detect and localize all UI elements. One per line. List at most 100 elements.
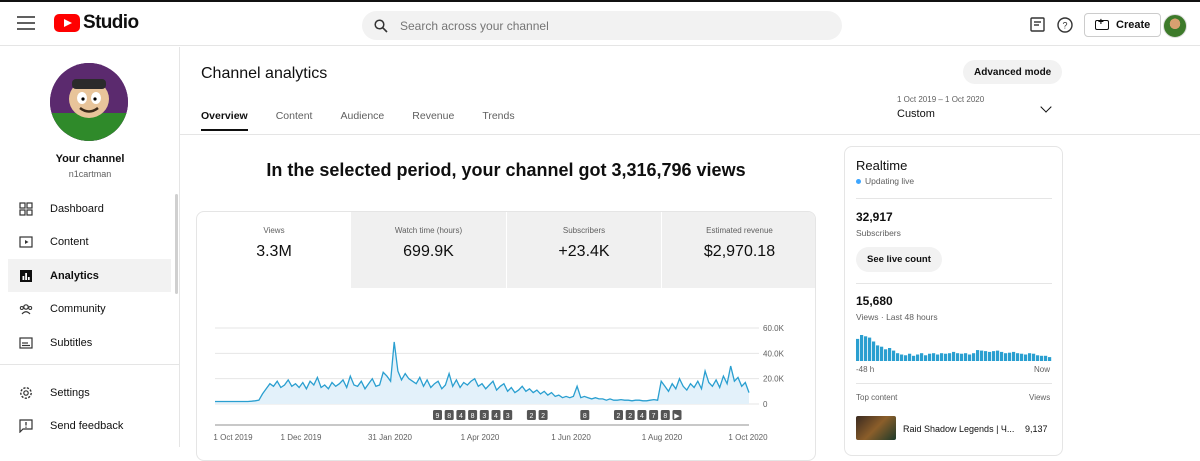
tab-trends[interactable]: Trends [482,110,514,131]
realtime-bar[interactable] [1036,355,1040,361]
realtime-bar[interactable] [864,336,868,361]
realtime-bar[interactable] [968,354,972,362]
realtime-bar[interactable] [984,351,988,361]
sidebar-item-content[interactable]: Content [8,225,171,258]
date-preset[interactable]: Custom [897,108,935,120]
sidebar-item-analytics[interactable]: Analytics [8,259,171,292]
realtime-bar[interactable] [1044,355,1048,361]
realtime-bar[interactable] [860,335,864,361]
sidebar-item-dashboard[interactable]: Dashboard [8,192,171,225]
annotation-marker[interactable]: 4 [456,410,466,420]
realtime-bar[interactable] [948,353,952,361]
realtime-bar[interactable] [920,353,924,361]
realtime-bar[interactable] [972,353,976,361]
annotation-marker[interactable]: 4 [491,410,501,420]
tab-overview[interactable]: Overview [201,110,248,131]
annotation-marker[interactable]: 8 [660,410,670,420]
realtime-bar[interactable] [1012,351,1016,361]
realtime-bar[interactable] [896,353,900,361]
sidebar-scrollbar[interactable] [175,194,178,294]
realtime-bar[interactable] [976,350,980,361]
create-button[interactable]: Create [1084,13,1162,37]
metric-views[interactable]: Views 3.3M [197,212,351,288]
sidebar-item-settings[interactable]: Settings [8,376,171,409]
annotation-marker[interactable]: 4 [637,410,647,420]
realtime-bar[interactable] [956,353,960,361]
realtime-bar[interactable] [1008,352,1012,361]
realtime-bar[interactable] [932,353,936,361]
realtime-bar[interactable] [964,353,968,361]
annotation-marker[interactable]: 3 [503,410,513,420]
tab-revenue[interactable]: Revenue [412,110,454,131]
annotation-marker[interactable]: 8 [580,410,590,420]
realtime-bar[interactable] [988,351,992,361]
annotation-marker[interactable]: 9 [433,410,442,420]
realtime-bar[interactable] [1032,353,1036,361]
annotation-marker[interactable]: 2 [526,410,536,420]
sidebar-item-community[interactable]: Community [8,292,171,325]
sidebar-item-send-feedback[interactable]: Send feedback [8,409,171,442]
realtime-bar[interactable] [1000,351,1004,361]
advanced-mode-button[interactable]: Advanced mode [963,60,1063,84]
realtime-bar[interactable] [944,353,948,361]
realtime-bar[interactable] [908,353,912,361]
realtime-bar[interactable] [940,353,944,361]
metric-watch-time[interactable]: Watch time (hours) 699.9K [351,212,506,288]
realtime-bar[interactable] [872,341,876,362]
realtime-bar[interactable] [1020,353,1024,361]
annotation-marker[interactable]: ▶ [672,410,682,420]
annotation-marker[interactable]: 2 [625,410,635,420]
realtime-bar[interactable] [904,355,908,361]
menu-icon[interactable] [17,16,35,30]
realtime-bar[interactable] [924,355,928,361]
realtime-bar[interactable] [1016,353,1020,361]
realtime-bar[interactable] [992,351,996,361]
studio-logo[interactable]: Studio [54,12,139,34]
metric-subscribers[interactable]: Subscribers +23.4K [507,212,661,288]
realtime-bar[interactable] [952,351,956,361]
sidebar-item-subtitles[interactable]: Subtitles [8,326,171,359]
search-bar[interactable] [362,11,842,40]
video-thumbnail[interactable] [856,416,896,440]
tab-content[interactable]: Content [276,110,313,131]
realtime-bar[interactable] [1028,353,1032,361]
realtime-bar[interactable] [1024,354,1028,362]
date-range-text[interactable]: 1 Oct 2019 – 1 Oct 2020 [897,95,984,104]
realtime-bar[interactable] [880,346,884,361]
metric-revenue[interactable]: Estimated revenue $2,970.18 [662,212,815,288]
realtime-bar[interactable] [888,348,892,361]
search-input[interactable] [400,18,800,33]
messages-icon[interactable] [1029,16,1047,34]
realtime-bar[interactable] [996,350,1000,361]
realtime-bar[interactable] [1004,353,1008,361]
realtime-bar[interactable] [928,353,932,361]
annotation-marker[interactable]: 3 [479,410,489,420]
views-line-chart[interactable]: 020.0K40.0K60.0K9 8 4 8 3 4 3 2 2 8 2 2 4 7 8 ▶1 Oct 20… [197,288,816,461]
realtime-bar[interactable] [876,345,880,361]
see-live-count-button[interactable]: See live count [856,247,942,272]
realtime-bar[interactable] [912,355,916,361]
realtime-bar[interactable] [884,349,888,361]
realtime-bar[interactable] [868,337,872,361]
realtime-bar[interactable] [916,354,920,362]
annotation-marker[interactable]: 2 [614,410,623,420]
realtime-bar[interactable] [1048,357,1052,361]
annotation-marker[interactable]: 8 [468,410,478,420]
account-avatar[interactable] [1163,14,1187,38]
realtime-bar[interactable] [856,338,860,361]
tab-audience[interactable]: Audience [340,110,384,131]
realtime-bar[interactable] [960,353,964,361]
realtime-bar[interactable] [900,354,904,362]
top-video-title[interactable]: Raid Shadow Legends | Ч... [903,424,1014,434]
realtime-bar[interactable] [1040,355,1044,361]
annotation-marker[interactable]: 7 [649,410,659,420]
realtime-bar-chart[interactable] [856,333,1052,361]
channel-avatar[interactable] [50,63,128,141]
realtime-bar[interactable] [936,354,940,362]
annotation-marker[interactable]: 2 [538,410,548,420]
chevron-down-icon[interactable] [1040,101,1052,113]
help-icon[interactable]: ? [1056,16,1074,34]
realtime-bar[interactable] [980,350,984,361]
realtime-bar[interactable] [892,350,896,361]
annotation-marker[interactable]: 8 [444,410,454,420]
